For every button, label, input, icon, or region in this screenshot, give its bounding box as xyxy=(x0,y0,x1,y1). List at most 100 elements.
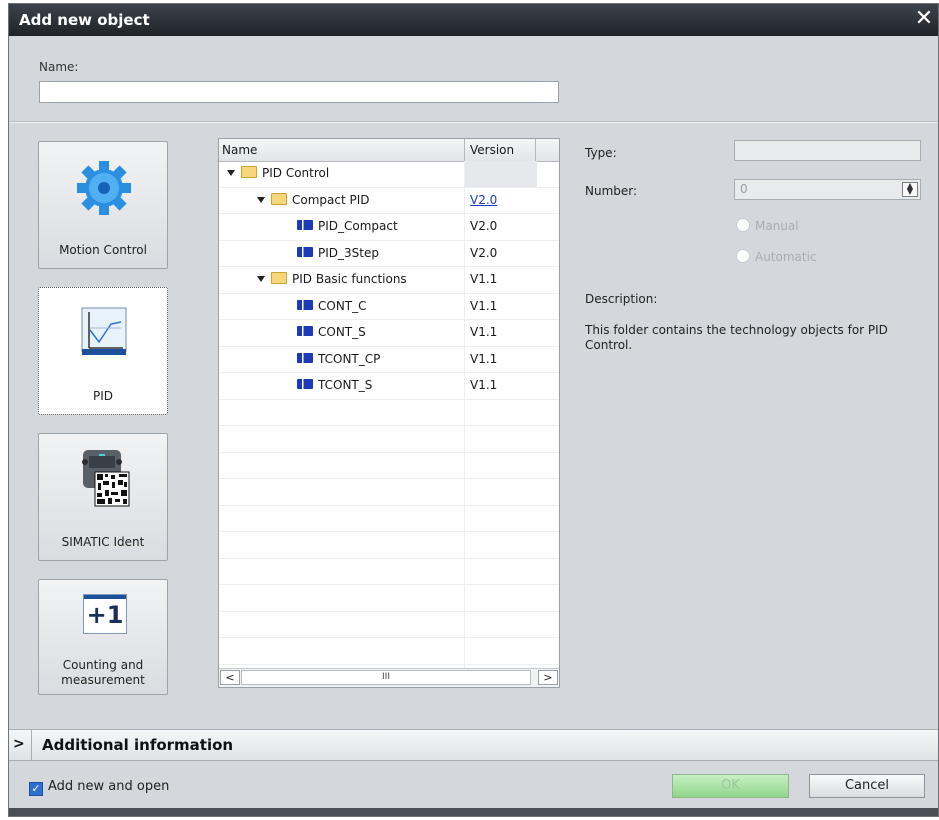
version-cell xyxy=(464,505,537,531)
technology-object-icon xyxy=(297,379,313,389)
technology-object-icon xyxy=(297,299,313,310)
tree-row[interactable]: CONT_C V1.1 xyxy=(219,293,559,320)
scroll-thumb[interactable]: III xyxy=(241,670,531,685)
add-new-and-open-checkbox[interactable]: ✓ Add new and open xyxy=(29,779,169,796)
tree-row[interactable]: CONT_S V1.1 xyxy=(219,320,559,347)
chevron-right-icon[interactable]: > xyxy=(13,736,25,752)
folder-icon xyxy=(271,192,287,205)
name-input[interactable] xyxy=(39,81,559,103)
empty-row xyxy=(219,638,559,665)
tree-row[interactable]: PID_3Step V2.0 xyxy=(219,240,559,267)
divider xyxy=(31,730,32,760)
empty-row xyxy=(219,505,559,532)
version-link[interactable]: V2.0 xyxy=(470,193,497,207)
folder-icon xyxy=(271,272,287,284)
tree-header: Name Version xyxy=(219,139,559,162)
radio-manual: Manual xyxy=(736,218,799,233)
radio-icon xyxy=(736,218,750,232)
number-label: Number: xyxy=(585,184,638,198)
tree-row[interactable]: PID_Compact V2.0 xyxy=(219,214,559,241)
category-counting-button[interactable]: +1 Counting and measurement xyxy=(38,579,168,695)
tree-row-label: PID Basic functions xyxy=(292,272,407,286)
column-divider xyxy=(535,139,536,161)
tree-row-label: PID_3Step xyxy=(318,245,379,260)
technology-object-icon xyxy=(297,246,313,257)
technology-object-icon xyxy=(297,220,313,230)
version-value: V2.0 xyxy=(470,245,498,260)
category-motion-control-button[interactable]: Motion Control xyxy=(38,141,168,269)
version-value: V1.1 xyxy=(470,351,498,366)
tree-rows: PID Control Compact PID V2.0 PID_Compact… xyxy=(219,161,559,687)
radio-icon xyxy=(736,249,750,263)
tree-row[interactable]: TCONT_S V1.1 xyxy=(219,373,559,400)
technology-object-icon xyxy=(297,326,313,336)
tree-row[interactable]: TCONT_CP V1.1 xyxy=(219,346,559,373)
title-bar: Add new object ✕ xyxy=(9,4,938,36)
empty-row xyxy=(219,399,559,426)
version-value: V1.1 xyxy=(470,325,498,339)
column-divider xyxy=(464,139,465,161)
category-label: Motion Control xyxy=(59,243,147,257)
number-field: 0 ▲ ▼ xyxy=(734,179,921,200)
additional-information-label: Additional information xyxy=(42,736,234,754)
chart-icon xyxy=(39,302,167,362)
additional-information-bar[interactable]: > Additional information xyxy=(9,729,938,761)
description-text: This folder contains the technology obje… xyxy=(585,323,888,352)
version-cell xyxy=(464,638,537,664)
category-label: SIMATIC Ident xyxy=(61,535,145,549)
expand-arrow-icon[interactable] xyxy=(257,276,265,282)
spinner-icon: ▲ ▼ xyxy=(902,182,918,197)
number-value: 0 xyxy=(740,182,748,196)
scroll-right-button[interactable]: > xyxy=(538,670,558,685)
empty-row xyxy=(219,611,559,638)
description-label: Description: xyxy=(585,292,658,306)
gear-icon xyxy=(39,156,167,216)
version-cell xyxy=(464,426,537,452)
horizontal-scrollbar[interactable]: < III > xyxy=(219,668,559,687)
version-value: V2.0 xyxy=(470,219,498,233)
category-simatic-ident-button[interactable]: SIMATIC Ident xyxy=(38,433,168,561)
version-value: V1.1 xyxy=(470,378,498,392)
empty-row xyxy=(219,532,559,559)
add-object-dialog: Add new object ✕ Name: Motion Control PI… xyxy=(8,3,939,817)
category-pid-button[interactable]: PID xyxy=(38,287,168,415)
rfid-reader-icon xyxy=(39,448,167,508)
dialog-title: Add new object xyxy=(19,11,150,29)
category-label: PID xyxy=(92,389,113,403)
empty-row xyxy=(219,479,559,506)
empty-row xyxy=(219,452,559,479)
type-field xyxy=(734,140,921,161)
expand-arrow-icon[interactable] xyxy=(257,196,265,203)
checkbox-checked-icon[interactable]: ✓ xyxy=(29,782,43,796)
window-bottom-edge xyxy=(9,808,938,816)
empty-row xyxy=(219,558,559,585)
version-cell xyxy=(464,161,537,187)
column-header-name[interactable]: Name xyxy=(222,143,257,157)
scroll-left-button[interactable]: < xyxy=(220,670,240,685)
tree-row-label: CONT_S xyxy=(318,325,366,339)
version-cell xyxy=(464,532,537,558)
close-icon[interactable]: ✕ xyxy=(910,4,938,36)
radio-label: Automatic xyxy=(755,250,817,264)
name-label: Name: xyxy=(39,60,79,74)
version-value: V1.1 xyxy=(470,272,498,286)
cancel-button[interactable]: Cancel xyxy=(809,774,925,798)
ok-button[interactable]: OK xyxy=(672,774,789,798)
type-label: Type: xyxy=(585,146,617,160)
version-cell xyxy=(464,585,537,611)
column-header-version[interactable]: Version xyxy=(470,143,514,157)
tree-row[interactable]: PID Control xyxy=(219,161,559,188)
checkbox-label: Add new and open xyxy=(48,779,170,794)
radio-label: Manual xyxy=(755,219,799,233)
tree-row[interactable]: Compact PID V2.0 xyxy=(219,187,559,214)
version-cell xyxy=(464,558,537,584)
tree-row-label: PID_Compact xyxy=(318,219,398,233)
radio-automatic: Automatic xyxy=(736,249,817,264)
tree-row-label: Compact PID xyxy=(292,192,370,207)
tree-row[interactable]: PID Basic functions V1.1 xyxy=(219,267,559,294)
version-cell xyxy=(464,399,537,425)
empty-row xyxy=(219,426,559,453)
version-cell xyxy=(464,479,537,505)
version-cell xyxy=(464,452,537,478)
expand-arrow-icon[interactable] xyxy=(227,170,235,176)
